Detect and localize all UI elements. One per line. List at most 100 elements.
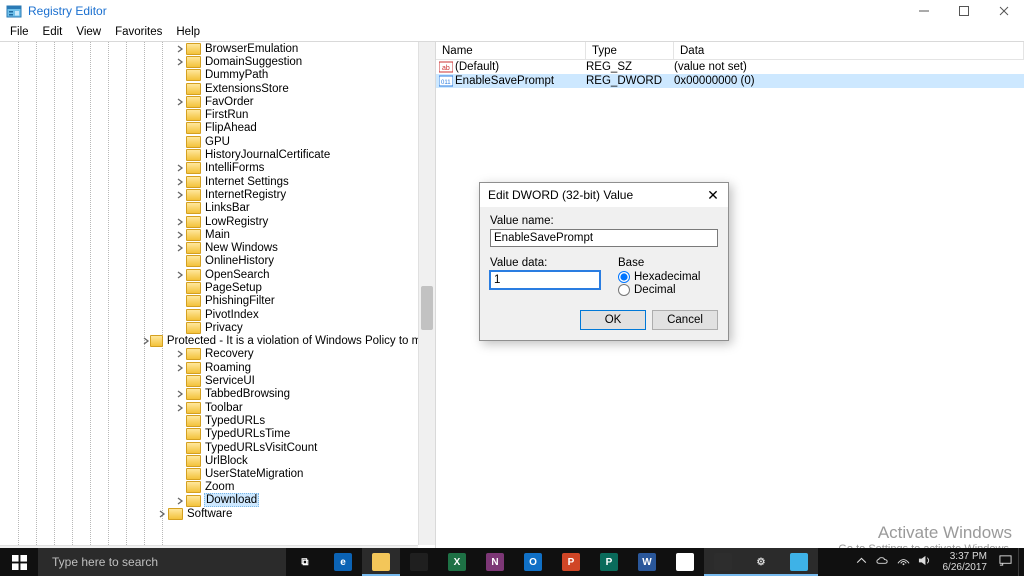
ok-button[interactable]: OK — [580, 310, 646, 330]
radio-dec[interactable] — [618, 284, 630, 296]
expand-icon[interactable] — [174, 162, 186, 174]
scroll-thumb[interactable] — [421, 286, 433, 330]
tree-node[interactable]: ServiceUI — [12, 374, 435, 387]
tree-node[interactable]: Protected - It is a violation of Windows… — [12, 335, 435, 348]
tree-node[interactable]: TabbedBrowsing — [12, 388, 435, 401]
list-header[interactable]: Name Type Data — [436, 42, 1024, 60]
system-tray[interactable]: 3:37 PM 6/26/2017 — [849, 548, 1019, 576]
tree-node[interactable]: Roaming — [12, 361, 435, 374]
tree-node[interactable]: Zoom — [12, 481, 435, 494]
expand-icon[interactable] — [156, 508, 168, 520]
close-button[interactable] — [984, 0, 1024, 22]
tree-node[interactable]: InternetRegistry — [12, 188, 435, 201]
tree-node[interactable]: PivotIndex — [12, 308, 435, 321]
dialog-close-icon[interactable]: ✕ — [698, 187, 728, 204]
value-data-input[interactable] — [490, 271, 600, 289]
taskbar-app-word[interactable]: W — [628, 548, 666, 576]
registry-tree[interactable]: BrowserEmulationDomainSuggestionDummyPat… — [12, 42, 435, 545]
dialog-titlebar[interactable]: Edit DWORD (32-bit) Value ✕ — [480, 183, 728, 207]
taskbar-app-snagit[interactable] — [704, 548, 742, 576]
tree-node[interactable]: IntelliForms — [12, 162, 435, 175]
menu-favorites[interactable]: Favorites — [108, 24, 169, 40]
expand-icon[interactable] — [174, 56, 186, 68]
taskbar-app-chrome[interactable] — [666, 548, 704, 576]
action-center-icon[interactable] — [999, 554, 1012, 570]
taskbar-app-outlook[interactable]: O — [514, 548, 552, 576]
expand-icon[interactable] — [174, 43, 186, 55]
tree-node[interactable]: DomainSuggestion — [12, 55, 435, 68]
col-name[interactable]: Name — [436, 42, 586, 59]
tree-node[interactable]: PhishingFilter — [12, 295, 435, 308]
tree-node[interactable]: UserStateMigration — [12, 468, 435, 481]
taskbar-app-excel[interactable]: X — [438, 548, 476, 576]
tree-node[interactable]: TypedURLs — [12, 414, 435, 427]
radio-dec-row[interactable]: Decimal — [618, 284, 700, 296]
tree-node[interactable]: Main — [12, 228, 435, 241]
tree-node[interactable]: HistoryJournalCertificate — [12, 148, 435, 161]
tree-node[interactable]: LowRegistry — [12, 215, 435, 228]
tree-node[interactable]: UrlBlock — [12, 454, 435, 467]
radio-hex-row[interactable]: Hexadecimal — [618, 271, 700, 283]
tree-node[interactable]: Toolbar — [12, 401, 435, 414]
menu-view[interactable]: View — [69, 24, 108, 40]
menu-help[interactable]: Help — [169, 24, 207, 40]
tree-node[interactable]: Recovery — [12, 348, 435, 361]
expand-icon[interactable] — [174, 348, 186, 360]
maximize-button[interactable] — [944, 0, 984, 22]
tree-vertical-scrollbar[interactable] — [418, 42, 435, 545]
taskbar-search[interactable]: Type here to search — [38, 548, 286, 576]
tree-node[interactable]: ExtensionsStore — [12, 82, 435, 95]
expand-icon[interactable] — [174, 388, 186, 400]
col-data[interactable]: Data — [674, 42, 1024, 59]
tree-node[interactable]: GPU — [12, 135, 435, 148]
expand-icon[interactable] — [174, 96, 186, 108]
tree-node[interactable]: FirstRun — [12, 108, 435, 121]
tree-node[interactable]: TypedURLsTime — [12, 428, 435, 441]
menu-edit[interactable]: Edit — [36, 24, 70, 40]
taskbar-app-regedit[interactable] — [780, 548, 818, 576]
tree-node[interactable]: FavOrder — [12, 95, 435, 108]
taskbar-app-settings[interactable]: ⚙ — [742, 548, 780, 576]
col-type[interactable]: Type — [586, 42, 674, 59]
cancel-button[interactable]: Cancel — [652, 310, 718, 330]
tree-node[interactable]: Software — [12, 507, 435, 520]
taskbar-app-publisher[interactable]: P — [590, 548, 628, 576]
tree-node[interactable]: New Windows — [12, 241, 435, 254]
expand-icon[interactable] — [174, 495, 186, 507]
taskbar-app-edge[interactable]: e — [324, 548, 362, 576]
minimize-button[interactable] — [904, 0, 944, 22]
expand-icon[interactable] — [141, 335, 151, 347]
tree-node[interactable]: FlipAhead — [12, 122, 435, 135]
tree-node[interactable]: Download — [12, 494, 435, 507]
value-row[interactable]: 011EnableSavePromptREG_DWORD0x00000000 (… — [436, 74, 1024, 88]
expand-icon[interactable] — [174, 269, 186, 281]
tree-node[interactable]: LinksBar — [12, 202, 435, 215]
taskbar-clock[interactable]: 3:37 PM 6/26/2017 — [939, 551, 992, 573]
expand-icon[interactable] — [174, 176, 186, 188]
start-button[interactable] — [0, 548, 38, 576]
radio-hex[interactable] — [618, 271, 630, 283]
tree-node[interactable]: PageSetup — [12, 281, 435, 294]
menu-file[interactable]: File — [3, 24, 36, 40]
tray-onedrive-icon[interactable] — [876, 554, 889, 570]
tray-volume-icon[interactable] — [918, 554, 931, 570]
show-desktop-button[interactable] — [1018, 548, 1024, 576]
tree-node[interactable]: BrowserEmulation — [12, 42, 435, 55]
expand-icon[interactable] — [174, 216, 186, 228]
tree-node[interactable]: Internet Settings — [12, 175, 435, 188]
tree-node[interactable]: Privacy — [12, 321, 435, 334]
tray-chevron-up-icon[interactable] — [855, 554, 868, 570]
tree-node[interactable]: OnlineHistory — [12, 255, 435, 268]
taskbar-app-file-explorer[interactable] — [362, 548, 400, 576]
expand-icon[interactable] — [174, 402, 186, 414]
expand-icon[interactable] — [174, 189, 186, 201]
tray-network-icon[interactable] — [897, 554, 910, 570]
tree-node[interactable]: OpenSearch — [12, 268, 435, 281]
taskbar-app-onenote[interactable]: N — [476, 548, 514, 576]
value-row[interactable]: ab(Default)REG_SZ(value not set) — [436, 60, 1024, 74]
taskbar-app-task-view[interactable]: ⧉ — [286, 548, 324, 576]
tree-node[interactable]: TypedURLsVisitCount — [12, 441, 435, 454]
tree-node[interactable]: DummyPath — [12, 69, 435, 82]
expand-icon[interactable] — [174, 362, 186, 374]
taskbar-app-windows-store[interactable] — [400, 548, 438, 576]
